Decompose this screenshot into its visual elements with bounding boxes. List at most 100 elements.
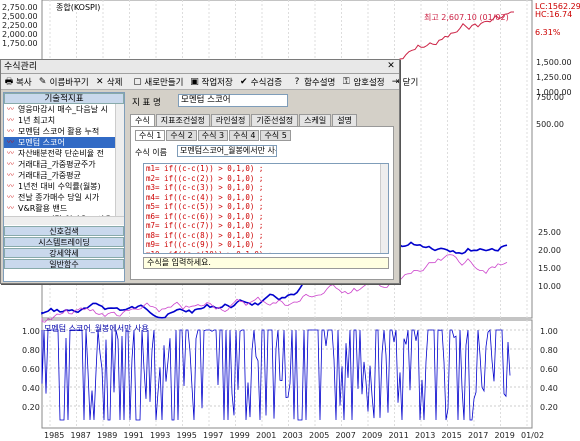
indicator-icon: 〰 — [7, 182, 14, 190]
toolbar-button-4[interactable]: ▣ 작업저장 — [187, 75, 236, 89]
tab[interactable]: 지표조건설정 — [155, 114, 210, 126]
subtab[interactable]: 수식 3 — [197, 130, 229, 141]
axis-tick-label: 500.00 — [536, 120, 564, 129]
code-line: m5= if((c-c(5)) > 0,1,0) ; — [146, 202, 264, 211]
editor-vscroll[interactable] — [380, 164, 388, 253]
x-tick-label: 01/02 — [521, 431, 545, 440]
tab[interactable]: 수식 — [130, 114, 155, 126]
settings-tabs: 수식 지표조건설정 라인설정 기준선설정 스케일 설명 — [130, 114, 358, 126]
formula-hint: 수식을 입력하세요. — [143, 257, 389, 269]
axis-tick-label: 15.00 — [538, 264, 561, 273]
toolbar-button-label: 암호설정 — [353, 77, 385, 88]
indicator-icon: 〰 — [7, 149, 14, 157]
x-tick-label: 2017 — [468, 431, 489, 440]
formula-editor[interactable]: m1= if((c-c(1)) > 0,1,0) ; m2= if((c-c(2)… — [143, 163, 389, 254]
indicator-icon: 〰 — [7, 105, 14, 113]
exit-icon: ⇥ — [391, 76, 400, 87]
subtab[interactable]: 수식 5 — [260, 130, 291, 141]
tab[interactable]: 기준선설정 — [251, 114, 299, 126]
tab[interactable]: 스케일 — [299, 114, 332, 126]
axis-tick-label: 10.00 — [538, 282, 561, 291]
tree-item-label: 자산배분전략 단순비율 전 — [18, 149, 105, 158]
code-line: m8= if((c-c(8)) > 0,1,0) ; — [146, 230, 264, 240]
x-tick-label: 2001 — [256, 431, 277, 440]
tab[interactable]: 라인설정 — [210, 114, 251, 126]
axis-tick-label: 1.00 — [22, 327, 40, 336]
toolbar-button-0[interactable]: 🖶 복사 — [1, 75, 35, 89]
x-tick-label: 2019 — [494, 431, 515, 440]
category-button[interactable]: 강세약세 — [4, 248, 124, 258]
category-button[interactable]: 시스템트레이딩 — [4, 237, 124, 247]
tree-item-label: V&R활용 밴드 — [18, 204, 68, 213]
toolbar-button-2[interactable]: ✕ 삭제 — [92, 75, 126, 89]
category-button[interactable]: 신호검색 — [4, 226, 124, 236]
tree-item[interactable]: 〰 거래대금_가중평균주가 — [4, 159, 124, 170]
tree-vscroll[interactable] — [115, 104, 124, 225]
subtab[interactable]: 수식 1 — [135, 130, 166, 141]
indicator-icon: 〰 — [7, 127, 14, 135]
code-line: m1= if((c-c(1)) > 0,1,0) ; — [146, 164, 264, 173]
tree-item[interactable]: 〰 모멘텀 스코어 활용 누적 — [4, 126, 124, 137]
check-icon: ✔ — [240, 76, 248, 87]
axis-tick-label: 2,750.00 — [2, 3, 38, 12]
category-technical[interactable]: 기술적지표 — [4, 93, 124, 104]
code-line: m9= if((c-c(9)) > 0,1,0) ; — [146, 240, 264, 249]
tree-item[interactable]: 〰 영웅마감시 매수_다음날 시 — [4, 104, 124, 115]
code-line: m3= if((c-c(3)) > 0,1,0) ; — [146, 183, 264, 192]
code-line: m10= if((c-c(10)) > 0,1,0) ; — [146, 249, 273, 254]
lock-icon: ⚿ — [342, 76, 350, 87]
tree-hscroll[interactable] — [4, 216, 124, 225]
tree-item[interactable]: 〰 전날 종가매수 당일 시가 — [4, 192, 124, 203]
tree-item[interactable]: 〰 모멘텀 스코어 — [4, 137, 124, 148]
toolbar-button-label: 닫기 — [402, 77, 419, 88]
axis-tick-label: 1,750.00 — [2, 39, 38, 48]
tree-item[interactable]: 〰 거래대금_가중평균 — [4, 170, 124, 181]
formula-manager-window: 수식관리 ✕ 🖶 복사 ✎ 이름바꾸기 ✕ 삭제 ▢ 새로만들기 ▣ 작업저장 ✔ 수식검증 ? 함수설명… — [0, 59, 418, 284]
new-icon: ▢ — [133, 76, 142, 87]
tree-item-label: 1년전 대비 수익률(월봉) — [18, 182, 101, 191]
x-tick-label: 1995 — [176, 431, 197, 440]
code-line: m4= if((c-c(4)) > 0,1,0) ; — [146, 192, 264, 202]
axis-tick-label: 0.40 — [540, 384, 558, 393]
tree-item[interactable]: 〰 V&R활용 밴드 — [4, 203, 124, 214]
toolbar-button-1[interactable]: ✎ 이름바꾸기 — [35, 75, 92, 89]
indicator-icon: 〰 — [7, 160, 14, 168]
toolbar-button-8[interactable]: ⇥ 닫기 — [388, 75, 422, 89]
toolbar-button-3[interactable]: ▢ 새로만들기 — [129, 75, 186, 89]
toolbar-button-5[interactable]: ✔ 수식검증 — [236, 75, 285, 89]
tree-item-label: 1년 최고치 — [18, 116, 56, 125]
right-header-hc: HC:16.74 — [535, 10, 573, 19]
formula-editor-panel: 지 표 명 모멘텀 스코어 수식 지표조건설정 라인설정 기준선설정 스케일 설명 수식 … — [128, 92, 396, 282]
tab[interactable]: 설명 — [332, 114, 357, 126]
x-tick-label: 2007 — [335, 431, 356, 440]
toolbar-button-label: 작업저장 — [201, 77, 233, 88]
toolbar: 🖶 복사 ✎ 이름바꾸기 ✕ 삭제 ▢ 새로만들기 ▣ 작업저장 ✔ 수식검증? 함수설명 ⚿ 암호설정 ⇥ 닫… — [1, 74, 418, 90]
subtab[interactable]: 수식 4 — [229, 130, 260, 141]
axis-tick-label: 750.00 — [536, 93, 564, 102]
toolbar-button-label: 복사 — [16, 77, 32, 88]
indicator-icon: 〰 — [7, 116, 14, 124]
formula-name-label: 수식 이름 — [135, 148, 167, 157]
tree-item[interactable]: 〰 자산배분전략 단순비율 전 — [4, 148, 124, 159]
formula-name-input[interactable]: 모멘텀스코어_월봉에서만 사용 — [177, 145, 277, 157]
tree-item[interactable]: 〰 1년 최고치 — [4, 115, 124, 126]
axis-tick-label: 2,500.00 — [2, 12, 38, 21]
window-title: 수식관리 — [4, 62, 38, 72]
subtab[interactable]: 수식 2 — [166, 130, 197, 141]
x-tick-label: 2013 — [415, 431, 436, 440]
indicator-icon: 〰 — [7, 193, 14, 201]
toolbar-button-7[interactable]: ⚿ 암호설정 — [338, 75, 387, 89]
indicator-name-input[interactable]: 모멘텀 스코어 — [178, 94, 288, 107]
tree-item-label: 모멘텀 스코어 활용 누적 — [18, 127, 100, 136]
window-titlebar[interactable]: 수식관리 ✕ — [1, 60, 399, 74]
toolbar-button-6[interactable]: ? 함수설명 — [289, 75, 338, 89]
axis-tick-label: 0.80 — [22, 346, 40, 355]
x-tick-label: 2015 — [441, 431, 462, 440]
indicator-tree: 〰 영웅마감시 매수_다음날 시 〰 1년 최고치 〰 모멘텀 스코어 활용 누적 〰 모멘텀… — [4, 104, 124, 225]
category-button[interactable]: 일반함수 — [4, 259, 124, 269]
tree-item[interactable]: 〰 1년전 대비 수익률(월봉) — [4, 181, 124, 192]
axis-tick-label: 1,500.00 — [536, 58, 572, 67]
close-icon[interactable]: ✕ — [385, 61, 397, 72]
code-line: m7= if((c-c(7)) > 0,1,0) ; — [146, 221, 264, 230]
axis-tick-label: 20.00 — [538, 246, 561, 255]
